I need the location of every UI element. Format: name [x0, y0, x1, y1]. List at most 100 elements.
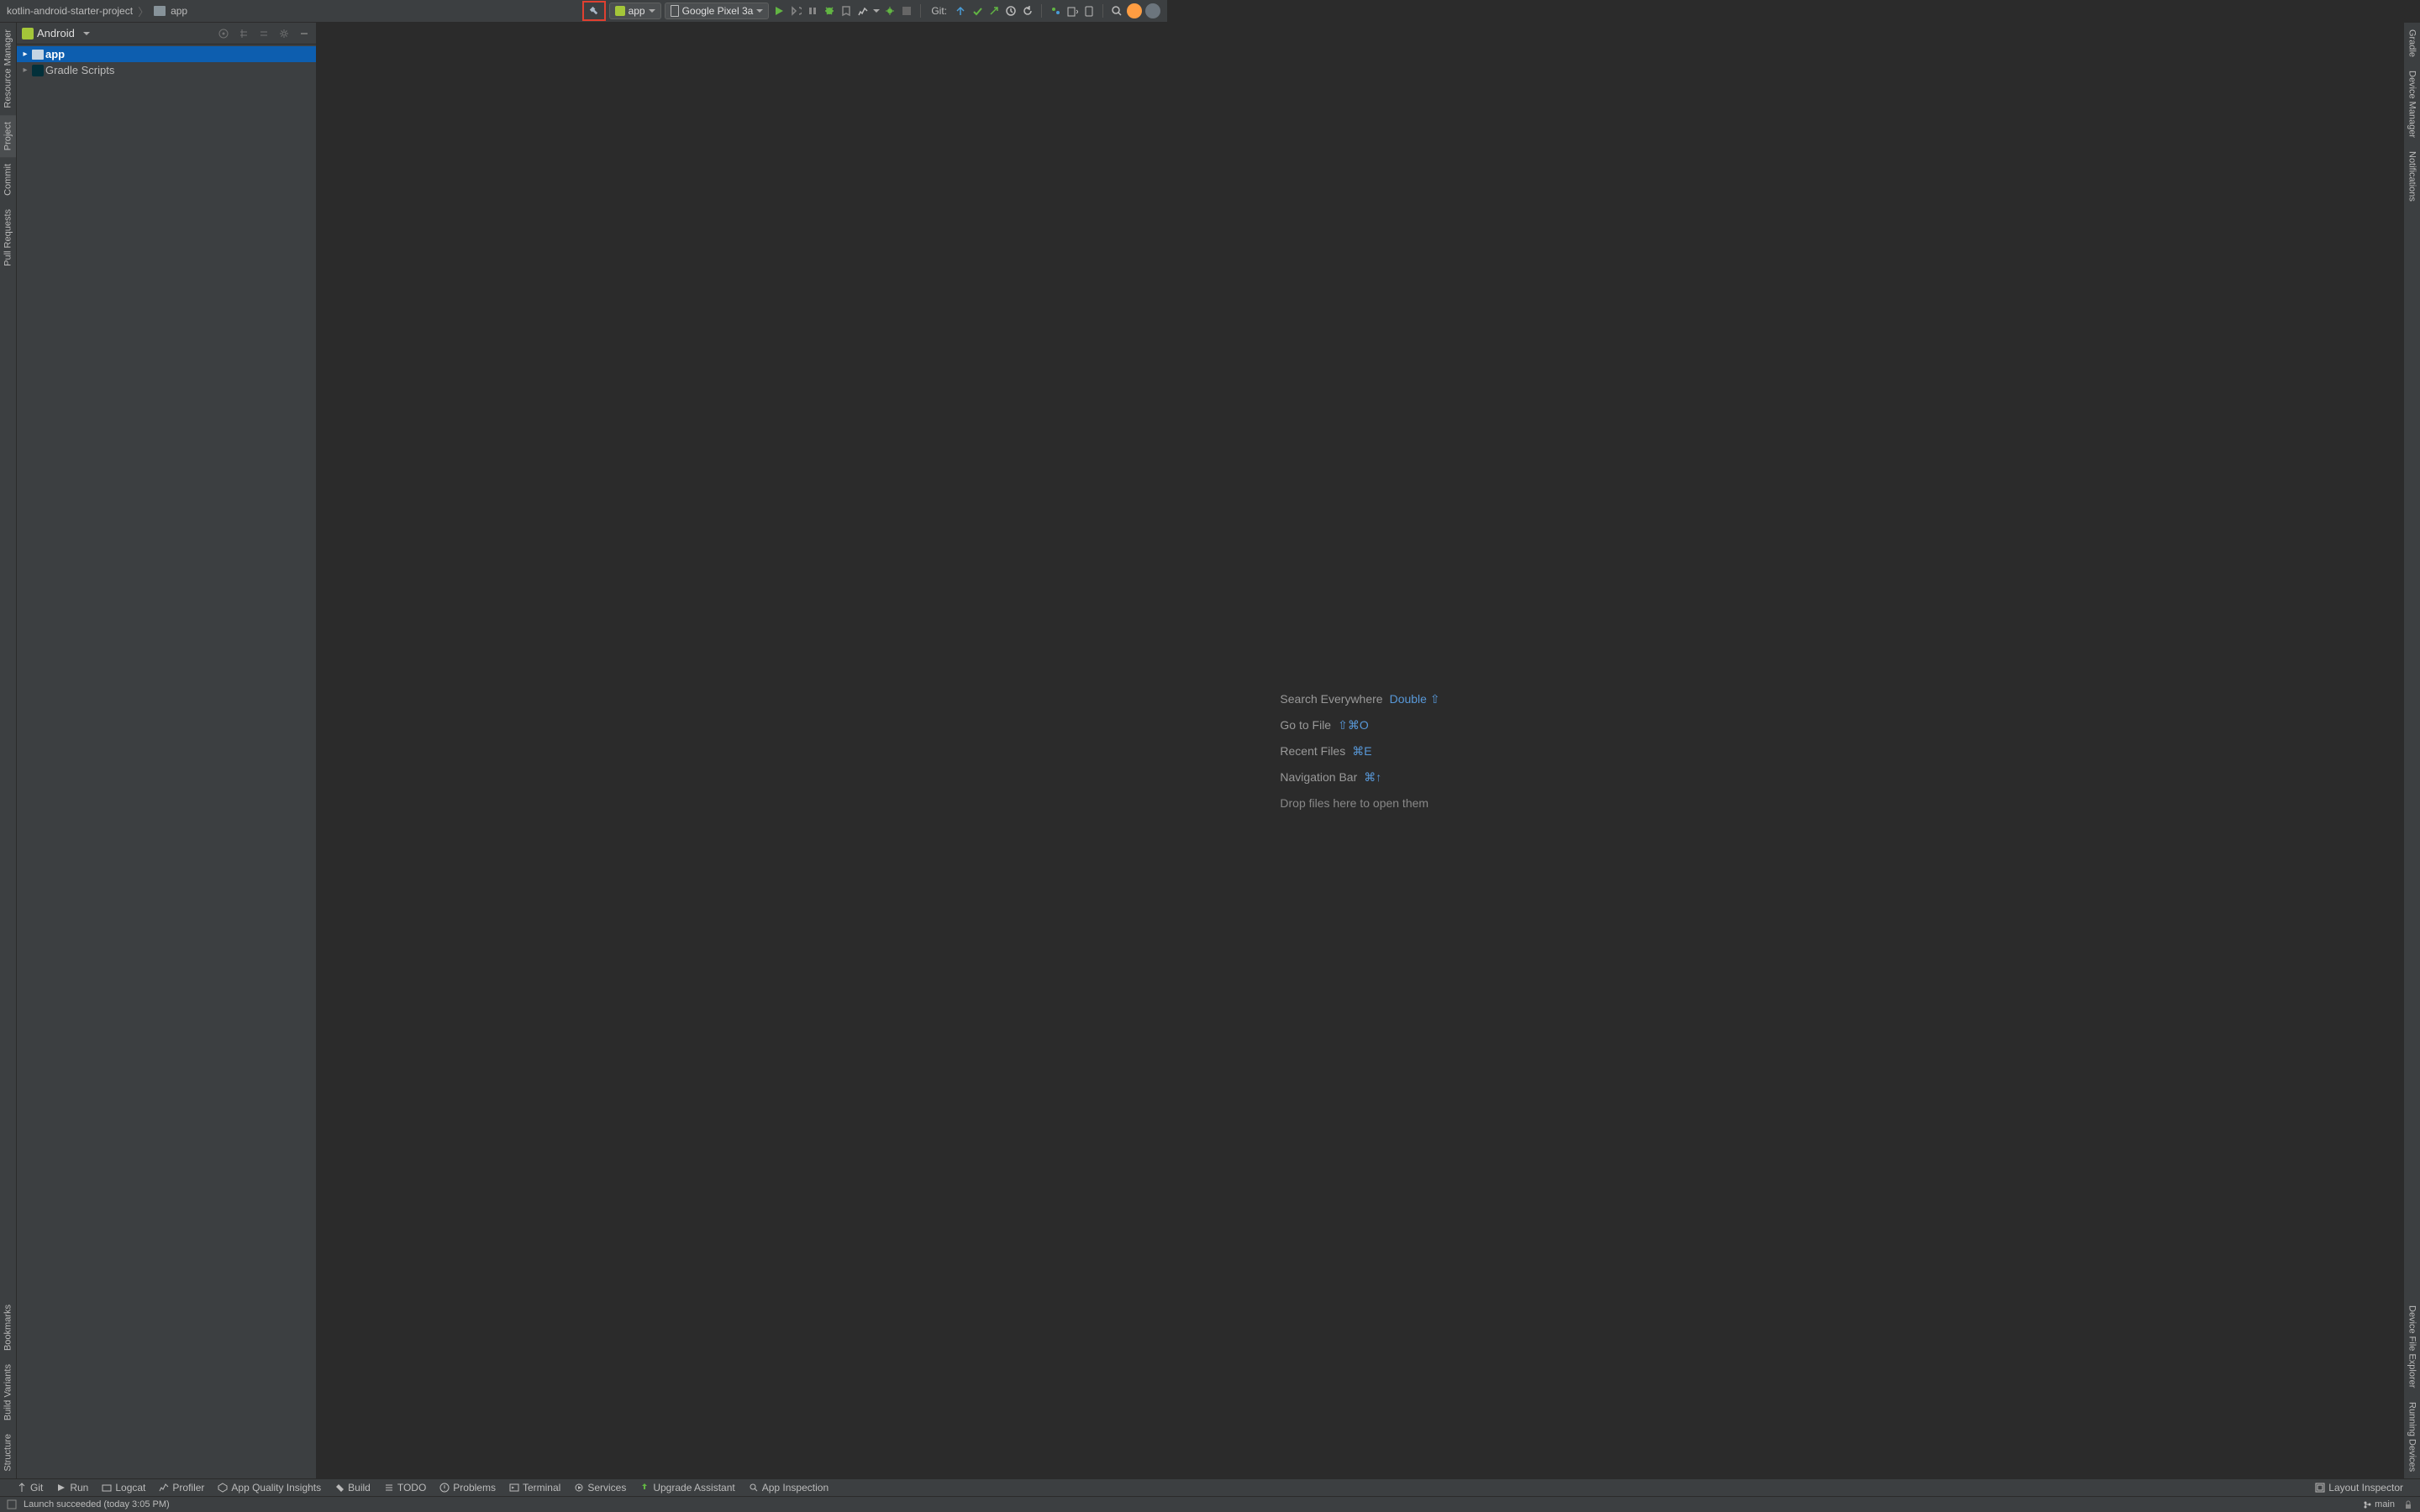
git-commit-icon[interactable] [971, 4, 984, 18]
breadcrumb[interactable]: kotlin-android-starter-project 〉 app [7, 3, 582, 19]
attach-debugger-icon[interactable] [883, 4, 897, 18]
tab-label: Build [348, 1482, 371, 1494]
rail-build-variants[interactable]: Build Variants [0, 1357, 16, 1427]
tab-label: Problems [453, 1482, 496, 1494]
git-push-icon[interactable] [987, 4, 1001, 18]
rail-label: Device File Explorer [2407, 1305, 2417, 1388]
rail-gradle[interactable]: Gradle [2404, 23, 2420, 64]
hint-goto-label: Go to File [1280, 718, 1331, 732]
status-message: Launch succeeded (today 3:05 PM) [24, 1499, 170, 1509]
rollback-icon[interactable] [1021, 4, 1034, 18]
rail-resource-manager[interactable]: Resource Manager [0, 23, 16, 115]
folder-icon [154, 6, 166, 16]
coverage-icon[interactable] [839, 4, 853, 18]
rail-label: Device Manager [2407, 71, 2417, 138]
account-icon[interactable] [1145, 3, 1160, 18]
tree-node-app[interactable]: ▸ app [17, 46, 316, 62]
breadcrumb-module[interactable]: app [171, 5, 187, 17]
stop-button[interactable] [900, 4, 913, 18]
git-update-icon[interactable] [954, 4, 967, 18]
hint-search-key: Double ⇧ [1390, 692, 1440, 706]
rail-device-manager[interactable]: Device Manager [2404, 64, 2420, 144]
apply-changes-restart-icon[interactable] [789, 4, 802, 18]
chevron-right-icon: 〉 [138, 3, 149, 19]
project-panel-header: Android [17, 23, 316, 45]
tree-label: Gradle Scripts [45, 64, 114, 76]
tab-label: Git [30, 1482, 43, 1494]
gear-icon[interactable] [277, 27, 291, 40]
run-configuration-selector[interactable]: app [609, 3, 661, 19]
editor-empty-state[interactable]: Search Everywhere Double ⇧ Go to File ⇧⌘… [317, 23, 2403, 1478]
tab-app-inspection[interactable]: App Inspection [749, 1482, 829, 1494]
tab-run[interactable]: Run [56, 1482, 88, 1494]
project-tree: ▸ app ▸ Gradle Scripts [17, 45, 316, 80]
android-icon [22, 28, 34, 39]
hint-nav-label: Navigation Bar [1280, 770, 1357, 784]
rail-project[interactable]: Project [0, 115, 16, 157]
expand-all-icon[interactable] [237, 27, 250, 40]
apply-code-changes-icon[interactable] [806, 4, 819, 18]
tab-git[interactable]: Git [17, 1482, 43, 1494]
rail-label: Commit [3, 164, 13, 196]
device-label: Google Pixel 3a [682, 5, 754, 17]
collapse-all-icon[interactable] [257, 27, 271, 40]
rail-notifications[interactable]: Notifications [2404, 144, 2420, 208]
tree-label: app [45, 48, 65, 60]
tab-terminal[interactable]: Terminal [509, 1482, 560, 1494]
tool-windows-icon[interactable] [5, 1498, 18, 1511]
module-icon [32, 50, 44, 60]
tab-profiler[interactable]: Profiler [159, 1482, 204, 1494]
search-everywhere-button[interactable] [1110, 4, 1123, 18]
run-button[interactable] [772, 4, 786, 18]
chevron-down-icon [649, 9, 655, 13]
git-label: Git: [931, 5, 947, 17]
rail-running-devices[interactable]: Running Devices [2404, 1395, 2420, 1478]
tab-services[interactable]: Services [574, 1482, 626, 1494]
avd-manager-icon[interactable] [1082, 4, 1096, 18]
device-selector[interactable]: Google Pixel 3a [665, 3, 770, 19]
rail-label: Pull Requests [3, 209, 13, 266]
tab-label: Run [70, 1482, 88, 1494]
git-history-icon[interactable] [1004, 4, 1018, 18]
editor-hints: Search Everywhere Double ⇧ Go to File ⇧⌘… [1280, 692, 1439, 810]
select-opened-file-icon[interactable] [217, 27, 230, 40]
project-tool-window: Android ▸ app ▸ Gradle Scripts [17, 23, 317, 1478]
tab-todo[interactable]: TODO [384, 1482, 426, 1494]
rail-label: Resource Manager [3, 29, 13, 108]
breadcrumb-project[interactable]: kotlin-android-starter-project [7, 5, 133, 17]
phone-icon [671, 5, 679, 17]
left-tool-rail: Resource Manager Project Commit Pull Req… [0, 23, 17, 1478]
profile-icon[interactable] [856, 4, 870, 18]
git-branch-widget[interactable]: main [2363, 1499, 2395, 1509]
tab-layout-inspector[interactable]: Layout Inspector [2315, 1482, 2403, 1494]
right-tool-rail: Gradle Device Manager Notifications Devi… [2403, 23, 2420, 1478]
branch-name: main [2375, 1499, 2395, 1509]
tab-upgrade-assistant[interactable]: Upgrade Assistant [639, 1482, 734, 1494]
tab-label: App Inspection [762, 1482, 829, 1494]
hide-icon[interactable] [297, 27, 311, 40]
hint-recent-label: Recent Files [1280, 744, 1345, 758]
user-avatar[interactable] [1127, 3, 1142, 18]
rail-bookmarks[interactable]: Bookmarks [0, 1298, 16, 1357]
run-config-label: app [629, 5, 645, 17]
code-with-me-icon[interactable] [1049, 4, 1062, 18]
tab-label: TODO [397, 1482, 426, 1494]
sync-gradle-icon[interactable] [1065, 4, 1079, 18]
tree-node-gradle-scripts[interactable]: ▸ Gradle Scripts [17, 62, 316, 78]
tab-label: App Quality Insights [231, 1482, 321, 1494]
hint-nav-key: ⌘↑ [1364, 770, 1381, 785]
rail-device-file-explorer[interactable]: Device File Explorer [2404, 1299, 2420, 1394]
project-view-selector[interactable]: Android [22, 27, 217, 39]
tab-app-quality[interactable]: App Quality Insights [218, 1482, 321, 1494]
hint-drop: Drop files here to open them [1280, 796, 1428, 810]
tab-logcat[interactable]: Logcat [102, 1482, 145, 1494]
chevron-down-icon[interactable] [873, 9, 880, 13]
tab-problems[interactable]: Problems [439, 1482, 496, 1494]
build-button-highlighted[interactable] [582, 1, 606, 21]
lock-icon[interactable] [2402, 1498, 2415, 1511]
rail-pull-requests[interactable]: Pull Requests [0, 202, 16, 273]
tab-build[interactable]: Build [334, 1482, 371, 1494]
rail-structure[interactable]: Structure [0, 1427, 16, 1478]
rail-commit[interactable]: Commit [0, 157, 16, 202]
debug-button[interactable] [823, 4, 836, 18]
